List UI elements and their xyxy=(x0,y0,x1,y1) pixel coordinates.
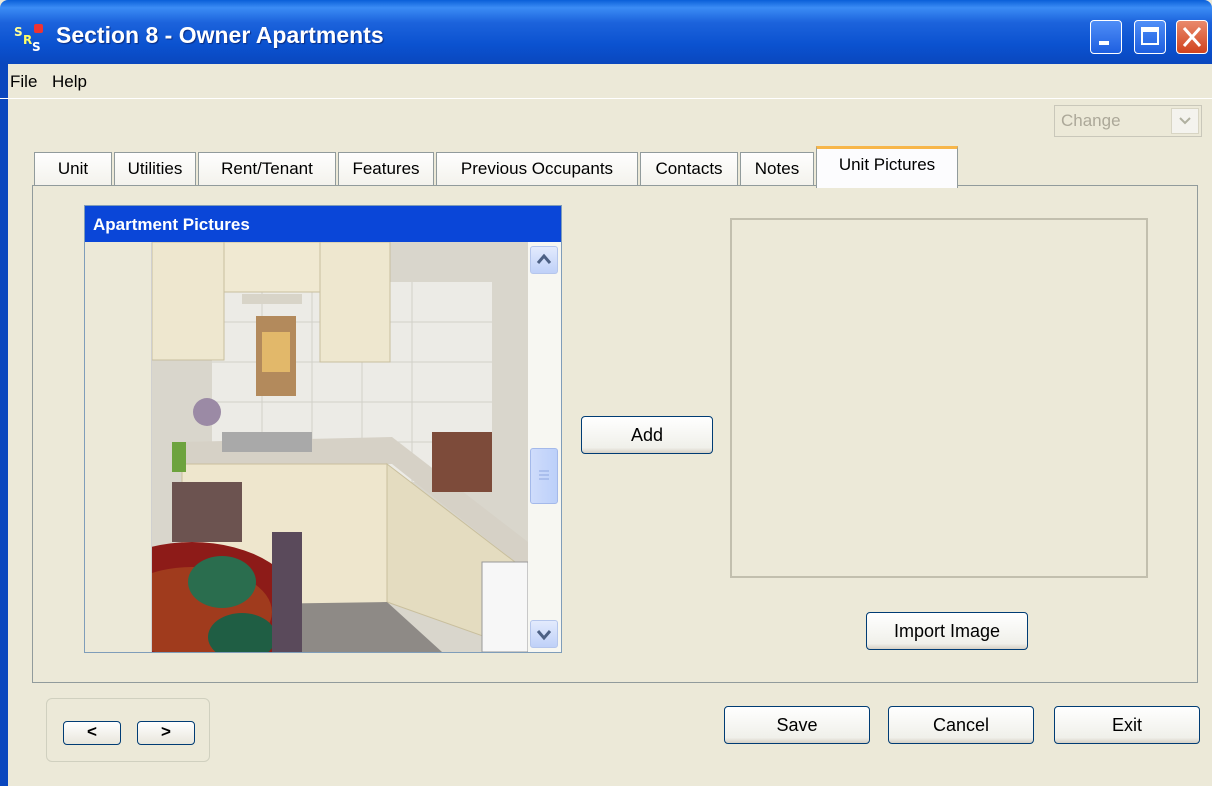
pictures-scrollbar[interactable] xyxy=(528,242,561,652)
add-button[interactable]: Add xyxy=(581,416,713,454)
close-button[interactable] xyxy=(1176,20,1208,54)
tab-previous-occupants[interactable]: Previous Occupants xyxy=(436,152,638,186)
mode-select[interactable]: Change xyxy=(1054,105,1202,137)
tab-label: Unit Pictures xyxy=(838,155,936,174)
tab-label: Rent/Tenant xyxy=(221,159,313,178)
tab-unit-pictures[interactable]: Unit Pictures xyxy=(816,146,958,188)
tab-notes[interactable]: Notes xyxy=(740,152,814,186)
mode-select-value: Change xyxy=(1061,111,1121,130)
apartment-pictures-list[interactable]: Apartment Pictures xyxy=(84,205,562,653)
tab-label: Contacts xyxy=(655,159,723,178)
tab-rent-tenant[interactable]: Rent/Tenant xyxy=(198,152,336,186)
tab-label: Previous Occupants xyxy=(460,159,614,178)
tab-label: Features xyxy=(352,159,420,178)
scroll-thumb[interactable] xyxy=(530,448,558,504)
apartment-pictures-title: Apartment Pictures xyxy=(93,215,250,234)
next-record-button[interactable]: > xyxy=(137,721,195,745)
tab-contacts[interactable]: Contacts xyxy=(640,152,738,186)
tab-features[interactable]: Features xyxy=(338,152,434,186)
app-logo-icon: S R S xyxy=(14,24,43,52)
apartment-pictures-header: Apartment Pictures xyxy=(85,206,561,242)
close-icon xyxy=(1182,27,1202,47)
import-image-button[interactable]: Import Image xyxy=(866,612,1028,650)
exit-button[interactable]: Exit xyxy=(1054,706,1200,744)
chevron-down-icon xyxy=(1179,117,1191,125)
app-window: S R S Section 8 - Owner Apartments File … xyxy=(0,0,1212,786)
tab-unit[interactable]: Unit xyxy=(34,152,112,186)
tab-label: Notes xyxy=(754,159,800,178)
tab-label: Utilities xyxy=(127,159,183,178)
title-bar[interactable]: S R S Section 8 - Owner Apartments xyxy=(0,0,1212,64)
chevron-down-icon xyxy=(536,630,552,641)
cancel-button[interactable]: Cancel xyxy=(888,706,1034,744)
maximize-button[interactable] xyxy=(1134,20,1166,54)
scroll-down-button[interactable] xyxy=(530,620,558,648)
window-border xyxy=(0,64,8,786)
previous-record-button[interactable]: < xyxy=(63,721,121,745)
mode-select-dropdown-button[interactable] xyxy=(1171,108,1199,134)
image-preview xyxy=(730,218,1148,578)
grip-icon xyxy=(539,470,549,480)
scroll-up-button[interactable] xyxy=(530,246,558,274)
record-navigation: < > xyxy=(46,698,210,762)
menu-help[interactable]: Help xyxy=(52,72,87,92)
save-button[interactable]: Save xyxy=(724,706,870,744)
row-selector-column xyxy=(85,242,152,652)
tab-utilities[interactable]: Utilities xyxy=(114,152,196,186)
menu-file[interactable]: File xyxy=(10,72,37,92)
menu-bar: File Help xyxy=(0,64,1212,99)
minimize-button[interactable] xyxy=(1090,20,1122,54)
svg-text:S: S xyxy=(14,25,23,39)
svg-text:R: R xyxy=(23,33,32,47)
tab-label: Unit xyxy=(57,159,89,178)
maximize-icon xyxy=(1141,27,1159,45)
apartment-photo[interactable] xyxy=(152,242,528,652)
minimize-icon xyxy=(1099,41,1109,45)
window-title: Section 8 - Owner Apartments xyxy=(56,22,384,48)
chevron-up-icon xyxy=(536,253,552,264)
svg-text:S: S xyxy=(32,40,41,52)
